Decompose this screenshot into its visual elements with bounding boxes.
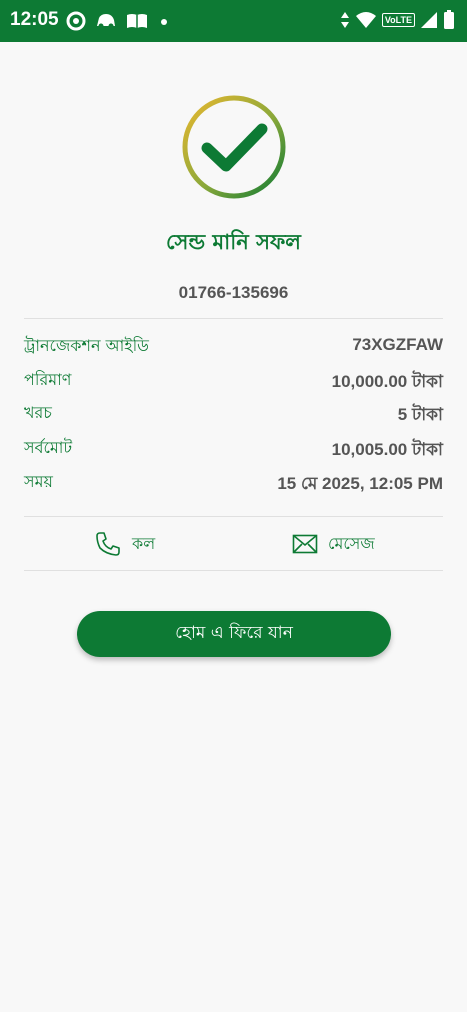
status-bar: 12:05 VoLTE xyxy=(0,0,467,42)
detail-value: 15 মে 2025, 12:05 PM xyxy=(277,474,443,493)
divider xyxy=(24,318,443,319)
detail-label: খরচ xyxy=(24,403,52,422)
detail-label: ট্রানজেকশন আইডি xyxy=(24,336,149,355)
system-icons: VoLTE xyxy=(340,10,455,30)
detail-row-transaction-id: ট্রানজেকশন আইডি 73XGZFAW xyxy=(24,330,443,360)
signal-icon xyxy=(421,12,437,28)
envelope-icon xyxy=(292,534,318,554)
phone-icon xyxy=(96,532,120,556)
detail-value: 73XGZFAW xyxy=(352,335,443,354)
detail-row-charge: খরচ 5 টাকা xyxy=(24,397,443,427)
volte-badge: VoLTE xyxy=(381,13,415,27)
wifi-icon xyxy=(355,12,376,28)
dot-icon xyxy=(161,19,167,25)
detail-row-total: সর্বমোট 10,005.00 টাকা xyxy=(24,432,443,462)
detail-row-time: সময় 15 মে 2025, 12:05 PM xyxy=(24,466,443,496)
status-time: 12:05 xyxy=(10,9,59,30)
recipient-phone: 01766-135696 xyxy=(178,283,289,302)
divider xyxy=(24,516,443,517)
detail-value: 10,000.00 টাকা xyxy=(331,372,443,391)
detail-label: সময় xyxy=(24,472,53,491)
book-icon xyxy=(127,14,147,28)
battery-icon xyxy=(444,10,454,29)
success-title: সেন্ড মানি সফল xyxy=(166,230,301,254)
detail-label: পরিমাণ xyxy=(24,370,72,389)
go-home-button[interactable]: হোম এ ফিরে যান xyxy=(77,611,391,657)
divider xyxy=(24,570,443,571)
detail-value: 5 টাকা xyxy=(397,405,443,424)
detail-label: সর্বমোট xyxy=(24,438,73,457)
notification-icons xyxy=(66,11,171,31)
message-button[interactable]: মেসেজ xyxy=(292,527,375,561)
call-label: কল xyxy=(132,533,156,553)
data-arrows-icon xyxy=(340,12,349,28)
detail-value: 10,005.00 টাকা xyxy=(331,440,443,459)
message-label: মেসেজ xyxy=(328,533,375,553)
call-button[interactable]: কল xyxy=(94,527,155,561)
detail-row-amount: পরিমাণ 10,000.00 টাকা xyxy=(24,364,443,394)
car-icon xyxy=(97,14,115,29)
tracker-icon xyxy=(66,11,86,31)
success-check-icon xyxy=(182,95,286,199)
